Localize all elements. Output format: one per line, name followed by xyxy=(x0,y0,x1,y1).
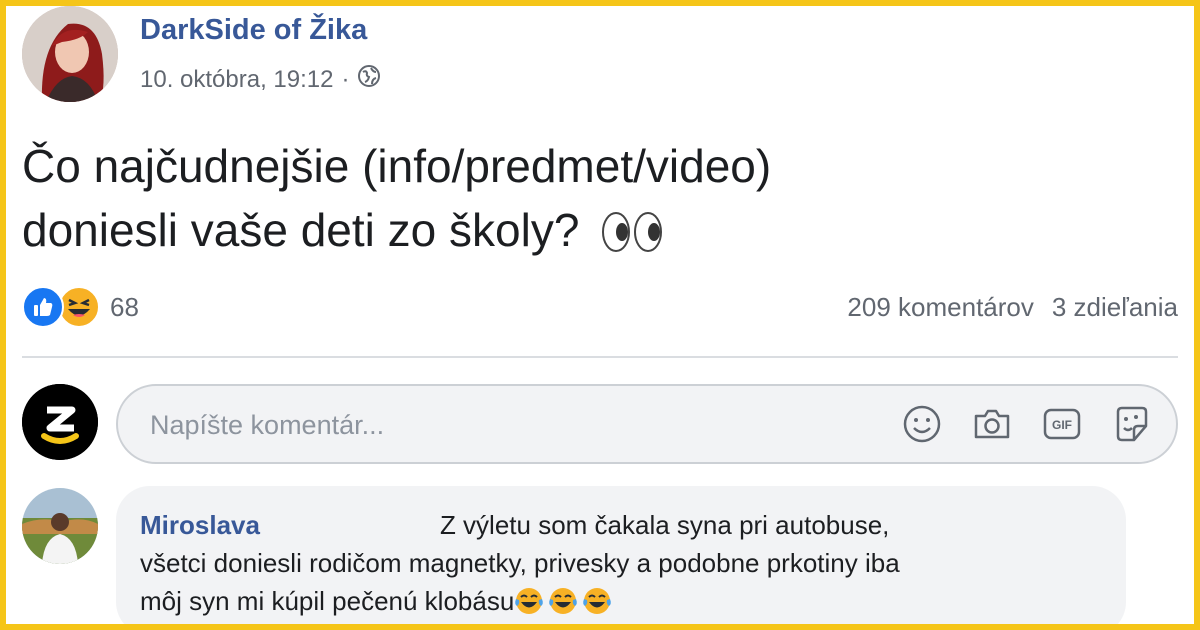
shares-count-link[interactable]: 3 zdieľania xyxy=(1052,292,1178,323)
engagement-counts: 209 komentárov 3 zdieľania xyxy=(847,292,1178,323)
post-meta: 10. októbra, 19:12 · xyxy=(140,64,381,95)
reaction-summary[interactable]: 68 xyxy=(22,286,139,328)
comment-bubble: Miroslava Z výletu som čakala syna pri au… xyxy=(116,486,1126,624)
crying-laughing-icon xyxy=(549,588,578,614)
like-icon xyxy=(22,286,64,328)
svg-text:GIF: GIF xyxy=(1052,418,1072,432)
comments-count-link[interactable]: 209 komentárov xyxy=(847,292,1033,323)
crying-laughing-icon xyxy=(515,588,544,614)
comment-line-1: Miroslava Z výletu som čakala syna pri au… xyxy=(140,506,1126,544)
page-name-link[interactable]: DarkSide of Žika xyxy=(140,14,367,47)
divider xyxy=(22,356,1178,358)
crying-laughing-icon xyxy=(583,588,612,614)
haha-icon xyxy=(58,286,100,328)
sticker-icon[interactable] xyxy=(1110,402,1154,446)
post-text-line-2-text: doniesli vaše deti zo školy? xyxy=(22,204,580,256)
comment-author-link[interactable]: Miroslava xyxy=(140,510,260,540)
comment-text-1: Z výletu som čakala syna pri autobuse, xyxy=(439,510,890,540)
post-card: DarkSide of Žika 10. októbra, 19:12 · Čo… xyxy=(6,6,1194,624)
page-avatar[interactable] xyxy=(22,6,118,102)
comment-input[interactable] xyxy=(148,386,872,464)
composer-icons: GIF xyxy=(900,402,1154,446)
comment-line-3: môj syn mi kúpil pečenú klobásu xyxy=(140,582,1126,620)
smiley-icon[interactable] xyxy=(900,402,944,446)
meta-separator: · xyxy=(341,65,350,93)
user-avatar[interactable] xyxy=(22,384,98,460)
trailing-emojis xyxy=(514,586,616,616)
eyes-icon xyxy=(602,212,663,252)
reaction-count: 68 xyxy=(110,291,139,322)
gif-icon[interactable]: GIF xyxy=(1040,402,1084,446)
camera-icon[interactable] xyxy=(970,402,1014,446)
comment-text-2: všetci doniesli rodičom magnetky, prives… xyxy=(140,548,900,578)
comment-text-3: môj syn mi kúpil pečenú klobásu xyxy=(140,586,515,616)
post-body: Čo najčudnejšie (info/predmet/video) don… xyxy=(22,134,1122,262)
globe-icon[interactable] xyxy=(357,64,381,95)
post-timestamp[interactable]: 10. októbra, 19:12 xyxy=(140,66,333,94)
post-text-line-2: doniesli vaše deti zo školy? xyxy=(22,198,1122,262)
post-text-line-1: Čo najčudnejšie (info/predmet/video) xyxy=(22,140,772,192)
comment-composer[interactable]: GIF xyxy=(116,384,1178,464)
commenter-avatar[interactable] xyxy=(22,488,98,564)
